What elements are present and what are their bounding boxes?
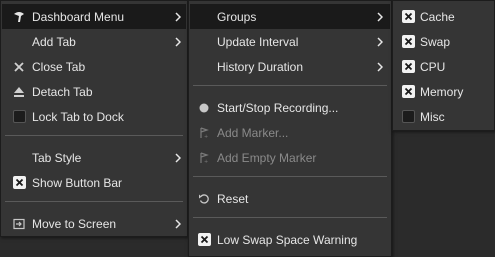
menu-item-cache[interactable]: Cache — [394, 4, 493, 29]
menu-item-label: Add Marker... — [217, 125, 289, 140]
menu-item-start-stop-recording[interactable]: Start/Stop Recording... — [190, 95, 390, 120]
menu-item-label: Start/Stop Recording... — [217, 100, 339, 115]
menu-item-label: Cache — [420, 9, 455, 24]
menu-separator — [193, 217, 387, 218]
menu-separator — [5, 201, 183, 202]
menu-item-move-to-screen[interactable]: Move to Screen — [2, 211, 186, 236]
menu-item-add-empty-marker[interactable]: + Add Empty Marker — [190, 145, 390, 170]
chevron-right-icon — [175, 153, 181, 163]
menu-item-label: Update Interval — [217, 34, 299, 49]
groups-submenu: Cache Swap CPU Memory Misc — [392, 0, 495, 131]
svg-text:+: + — [204, 159, 208, 164]
menu-item-update-interval[interactable]: Update Interval — [190, 29, 390, 54]
menu-item-add-marker[interactable]: + Add Marker... — [190, 120, 390, 145]
checked-box-icon — [197, 233, 211, 247]
menu-item-label: History Duration — [217, 59, 304, 74]
svg-text:+: + — [204, 134, 208, 139]
unchecked-box-icon — [401, 110, 415, 124]
menu-item-label: Lock Tab to Dock — [32, 109, 124, 124]
menu-item-close-tab[interactable]: Close Tab — [2, 54, 186, 79]
menu-item-label: Swap — [420, 34, 451, 49]
menu-item-label: Dashboard Menu — [32, 9, 125, 24]
marker-icon: + — [197, 151, 211, 165]
menu-separator — [193, 85, 387, 86]
menu-item-label: Reset — [217, 191, 249, 206]
checked-box-icon — [12, 176, 26, 190]
chevron-right-icon — [377, 62, 383, 72]
menu-item-cpu[interactable]: CPU — [394, 54, 493, 79]
menu-item-label: Add Empty Marker — [217, 150, 317, 165]
menu-item-tab-style[interactable]: Tab Style — [2, 145, 186, 170]
menu-item-label: Tab Style — [32, 150, 82, 165]
menu-item-show-button-bar[interactable]: Show Button Bar — [2, 170, 186, 195]
marker-icon: + — [197, 126, 211, 140]
menu-separator — [193, 176, 387, 177]
chevron-right-icon — [377, 12, 383, 22]
menu-item-label: Detach Tab — [32, 84, 93, 99]
checked-box-icon — [401, 60, 415, 74]
menu-item-history-duration[interactable]: History Duration — [190, 54, 390, 79]
menu-item-dashboard-menu[interactable]: Dashboard Menu — [2, 4, 186, 29]
menu-item-detach-tab[interactable]: Detach Tab — [2, 79, 186, 104]
menu-item-add-tab[interactable]: Add Tab — [2, 29, 186, 54]
menu-item-label: Move to Screen — [32, 216, 117, 231]
checked-box-icon — [401, 10, 415, 24]
close-x-icon — [12, 60, 26, 74]
menu-item-low-swap-space-warning[interactable]: Low Swap Space Warning — [190, 227, 390, 252]
menu-item-label: Memory — [420, 84, 464, 99]
chevron-right-icon — [175, 12, 181, 22]
menu-item-misc[interactable]: Misc — [394, 104, 493, 129]
dashboard-context-menu: Dashboard Menu Add Tab Close Tab Detach … — [0, 0, 188, 237]
pin-icon — [12, 10, 26, 24]
chevron-right-icon — [175, 37, 181, 47]
menu-item-label: CPU — [420, 59, 446, 74]
menu-item-groups[interactable]: Groups — [190, 4, 390, 29]
checked-box-icon — [401, 35, 415, 49]
chevron-right-icon — [175, 219, 181, 229]
chevron-right-icon — [377, 37, 383, 47]
menu-item-label: Close Tab — [32, 59, 86, 74]
dashboard-submenu: Groups Update Interval History Duration … — [188, 0, 392, 257]
reset-icon — [197, 192, 211, 206]
menu-item-label: Add Tab — [32, 34, 76, 49]
menu-item-lock-tab-to-dock[interactable]: Lock Tab to Dock — [2, 104, 186, 129]
unchecked-box-icon — [12, 110, 26, 124]
menu-item-label: Show Button Bar — [32, 175, 123, 190]
menu-item-swap[interactable]: Swap — [394, 29, 493, 54]
screen-move-icon — [12, 217, 26, 231]
menu-item-label: Misc — [420, 109, 445, 124]
eject-icon — [12, 85, 26, 99]
menu-item-memory[interactable]: Memory — [394, 79, 493, 104]
record-dot-icon — [197, 101, 211, 115]
menu-item-label: Low Swap Space Warning — [217, 232, 358, 247]
checked-box-icon — [401, 85, 415, 99]
menu-separator — [5, 135, 183, 136]
menu-item-reset[interactable]: Reset — [190, 186, 390, 211]
menu-item-label: Groups — [217, 9, 257, 24]
